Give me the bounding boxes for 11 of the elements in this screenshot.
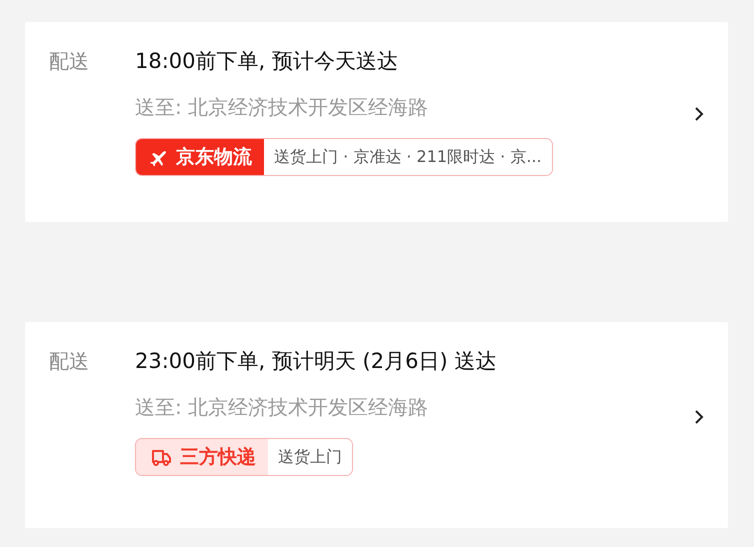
- field-label: 配送: [49, 348, 90, 375]
- truck-icon: [150, 447, 172, 467]
- delivery-time: 23:00前下单, 预计明天 (2月6日) 送达: [135, 348, 498, 375]
- chevron-right-icon[interactable]: [694, 106, 704, 122]
- delivery-address: 送至: 北京经济技术开发区经海路: [135, 394, 430, 421]
- carrier-name: 三方快递: [180, 445, 256, 470]
- field-label: 配送: [49, 48, 90, 75]
- chevron-right-icon[interactable]: [694, 409, 704, 425]
- carrier-name: 京东物流: [176, 145, 252, 170]
- delivery-address: 送至: 北京经济技术开发区经海路: [135, 94, 430, 121]
- delivery-time: 18:00前下单, 预计今天送达: [135, 48, 399, 75]
